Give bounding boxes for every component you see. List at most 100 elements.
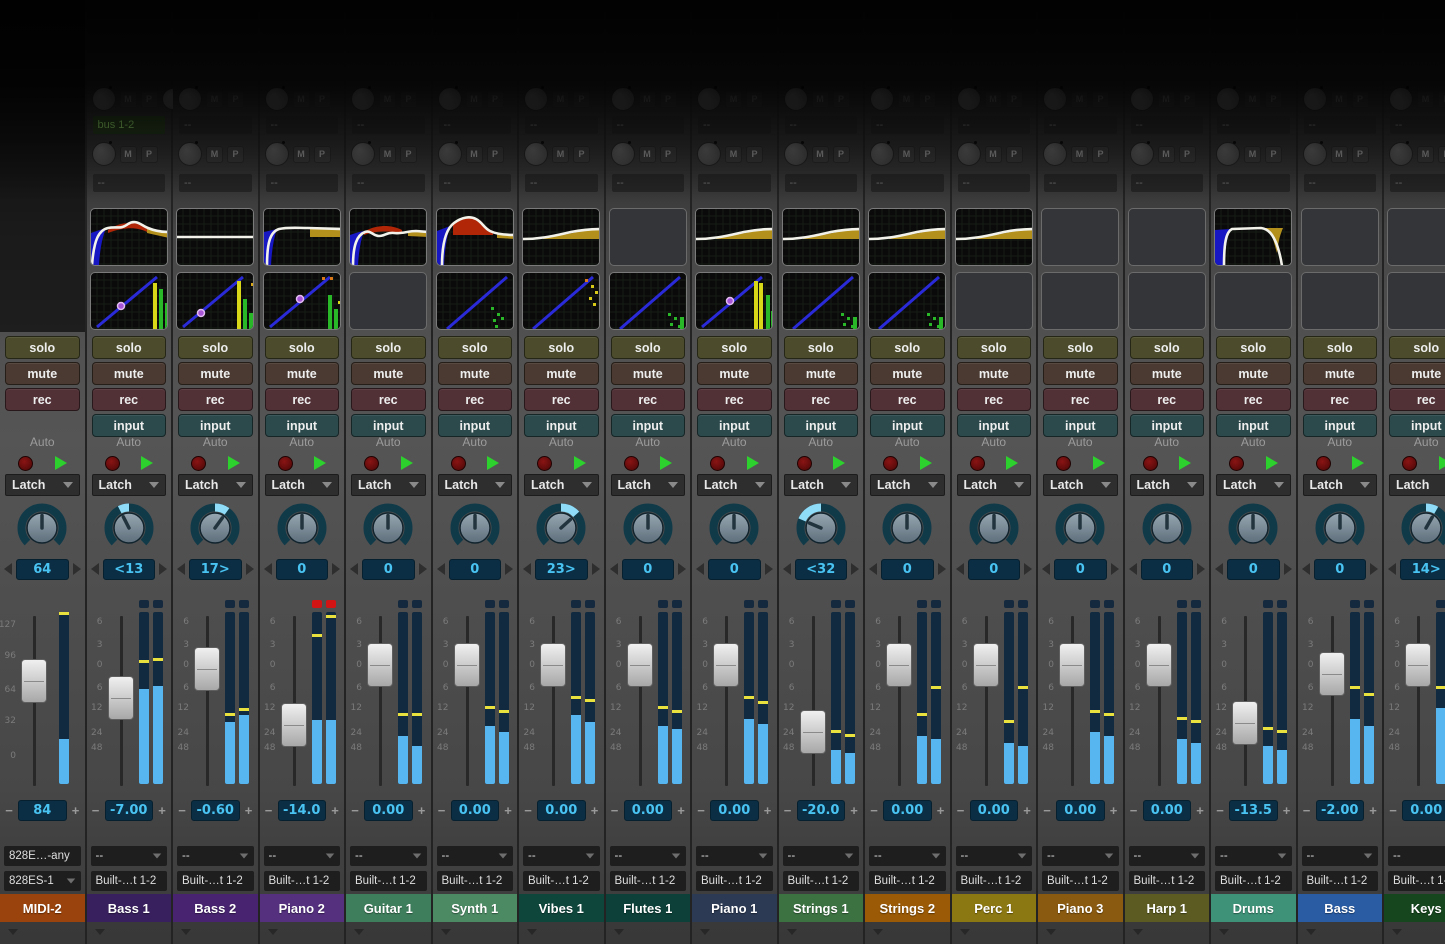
fader[interactable] <box>626 582 656 796</box>
send-slot-2[interactable]: M P <box>606 138 691 170</box>
clip-indicator[interactable] <box>585 600 595 608</box>
dynamics-thumbnail[interactable] <box>1211 270 1296 332</box>
send-slot-1[interactable]: M P <box>260 86 345 112</box>
auto-record-icon[interactable] <box>364 456 379 471</box>
clip-indicator[interactable] <box>1177 600 1187 608</box>
fader-track[interactable] <box>206 616 209 786</box>
mute-button[interactable]: mute <box>5 362 80 385</box>
send-pre-button[interactable]: P <box>314 91 331 108</box>
send-pre-button[interactable]: P <box>1006 91 1023 108</box>
send-mute-button[interactable]: M <box>725 91 742 108</box>
send-mute-button[interactable]: M <box>1331 146 1348 163</box>
fader-track[interactable] <box>898 616 901 786</box>
pan-increment-arrow[interactable] <box>851 563 859 575</box>
send-pre-button[interactable]: P <box>746 146 763 163</box>
send-slot-1[interactable]: M P <box>433 86 518 112</box>
rec-button[interactable]: rec <box>1303 388 1378 411</box>
clip-indicator[interactable] <box>153 600 163 608</box>
solo-button[interactable]: solo <box>611 336 686 359</box>
mute-button[interactable]: mute <box>1043 362 1118 385</box>
auto-record-icon[interactable] <box>883 456 898 471</box>
send-destination[interactable]: -- <box>1217 174 1290 192</box>
send-slot-1[interactable]: M P <box>1125 86 1210 112</box>
clip-indicator[interactable] <box>485 600 495 608</box>
fader-track[interactable] <box>552 616 555 786</box>
auto-record-icon[interactable] <box>624 456 639 471</box>
pan-increment-arrow[interactable] <box>419 563 427 575</box>
rec-button[interactable]: rec <box>1389 388 1445 411</box>
solo-button[interactable]: solo <box>265 336 340 359</box>
rec-button[interactable]: rec <box>92 388 167 411</box>
volume-increment[interactable]: + <box>330 803 340 818</box>
pan-decrement-arrow[interactable] <box>264 563 272 575</box>
eq-thumbnail[interactable] <box>692 206 777 270</box>
send-slot-1[interactable]: M P <box>346 86 431 112</box>
send-destination[interactable]: -- <box>266 174 339 192</box>
auto-record-icon[interactable] <box>451 456 466 471</box>
volume-decrement[interactable]: − <box>437 803 447 818</box>
send-destination[interactable]: -- <box>612 174 685 192</box>
dynamics-thumbnail[interactable] <box>519 270 604 332</box>
volume-increment[interactable]: + <box>157 803 167 818</box>
input-select[interactable]: -- <box>696 846 773 866</box>
automation-mode-select[interactable]: Latch <box>611 474 686 496</box>
pan-decrement-arrow[interactable] <box>1129 563 1137 575</box>
volume-decrement[interactable]: − <box>869 803 879 818</box>
send-level-knob[interactable] <box>1130 142 1154 166</box>
pan-knob[interactable] <box>1125 500 1210 556</box>
send-pre-button[interactable]: P <box>919 146 936 163</box>
channel-name[interactable]: Piano 3 <box>1038 894 1123 922</box>
send-mute-button[interactable]: M <box>1071 91 1088 108</box>
send-destination[interactable]: -- <box>1390 174 1445 192</box>
pan-knob[interactable] <box>519 500 604 556</box>
channel-name[interactable]: Piano 1 <box>692 894 777 922</box>
chevron-down-icon[interactable] <box>1046 929 1056 935</box>
pan-decrement-arrow[interactable] <box>783 563 791 575</box>
send-destination[interactable]: -- <box>871 174 944 192</box>
pan-knob[interactable] <box>87 500 172 556</box>
send-level-knob[interactable] <box>178 87 202 111</box>
output-select[interactable]: Built-…t 1-2 <box>783 871 860 891</box>
send-pre-button[interactable]: P <box>400 91 417 108</box>
volume-decrement[interactable]: − <box>1302 803 1312 818</box>
pan-value[interactable]: <13 <box>103 559 156 580</box>
send-mute-button[interactable]: M <box>379 91 396 108</box>
send-destination[interactable]: -- <box>1217 116 1290 134</box>
send-destination[interactable]: -- <box>1131 116 1204 134</box>
rec-button[interactable]: rec <box>5 388 80 411</box>
pan-increment-arrow[interactable] <box>765 563 773 575</box>
output-select[interactable]: Built-…t 1-2 <box>1388 871 1445 891</box>
fader-track[interactable] <box>379 616 382 786</box>
send-slot-1[interactable]: M P <box>692 86 777 112</box>
send-slot-2[interactable]: M P <box>779 138 864 170</box>
chevron-down-icon[interactable] <box>787 929 797 935</box>
fader[interactable] <box>712 582 742 796</box>
volume-decrement[interactable]: − <box>1215 803 1225 818</box>
dynamics-thumbnail[interactable] <box>87 270 172 332</box>
send-destination[interactable]: -- <box>93 174 166 192</box>
chevron-down-icon[interactable] <box>8 929 18 935</box>
channel-name[interactable]: Guitar 1 <box>346 894 431 922</box>
fader[interactable] <box>972 582 1002 796</box>
chevron-down-icon[interactable] <box>354 929 364 935</box>
fader-cap[interactable] <box>1146 643 1172 687</box>
clip-indicator[interactable] <box>312 600 322 608</box>
send-pre-button[interactable]: P <box>1006 146 1023 163</box>
chevron-down-icon[interactable] <box>441 929 451 935</box>
pan-decrement-arrow[interactable] <box>91 563 99 575</box>
pan-increment-arrow[interactable] <box>73 563 81 575</box>
pan-knob[interactable] <box>173 500 258 556</box>
clip-indicator[interactable] <box>1018 600 1028 608</box>
pan-knob[interactable] <box>865 500 950 556</box>
input-select[interactable]: 828E…-any <box>4 846 81 866</box>
pan-knob[interactable] <box>692 500 777 556</box>
fader-track[interactable] <box>293 616 296 786</box>
send-destination[interactable]: -- <box>698 116 771 134</box>
dynamics-thumbnail[interactable] <box>952 270 1037 332</box>
send-pre-button[interactable]: P <box>1438 91 1445 108</box>
auto-play-icon[interactable] <box>920 456 932 470</box>
volume-increment[interactable]: + <box>936 803 946 818</box>
rec-button[interactable]: rec <box>697 388 772 411</box>
send-mute-button[interactable]: M <box>812 91 829 108</box>
auto-play-icon[interactable] <box>487 456 499 470</box>
